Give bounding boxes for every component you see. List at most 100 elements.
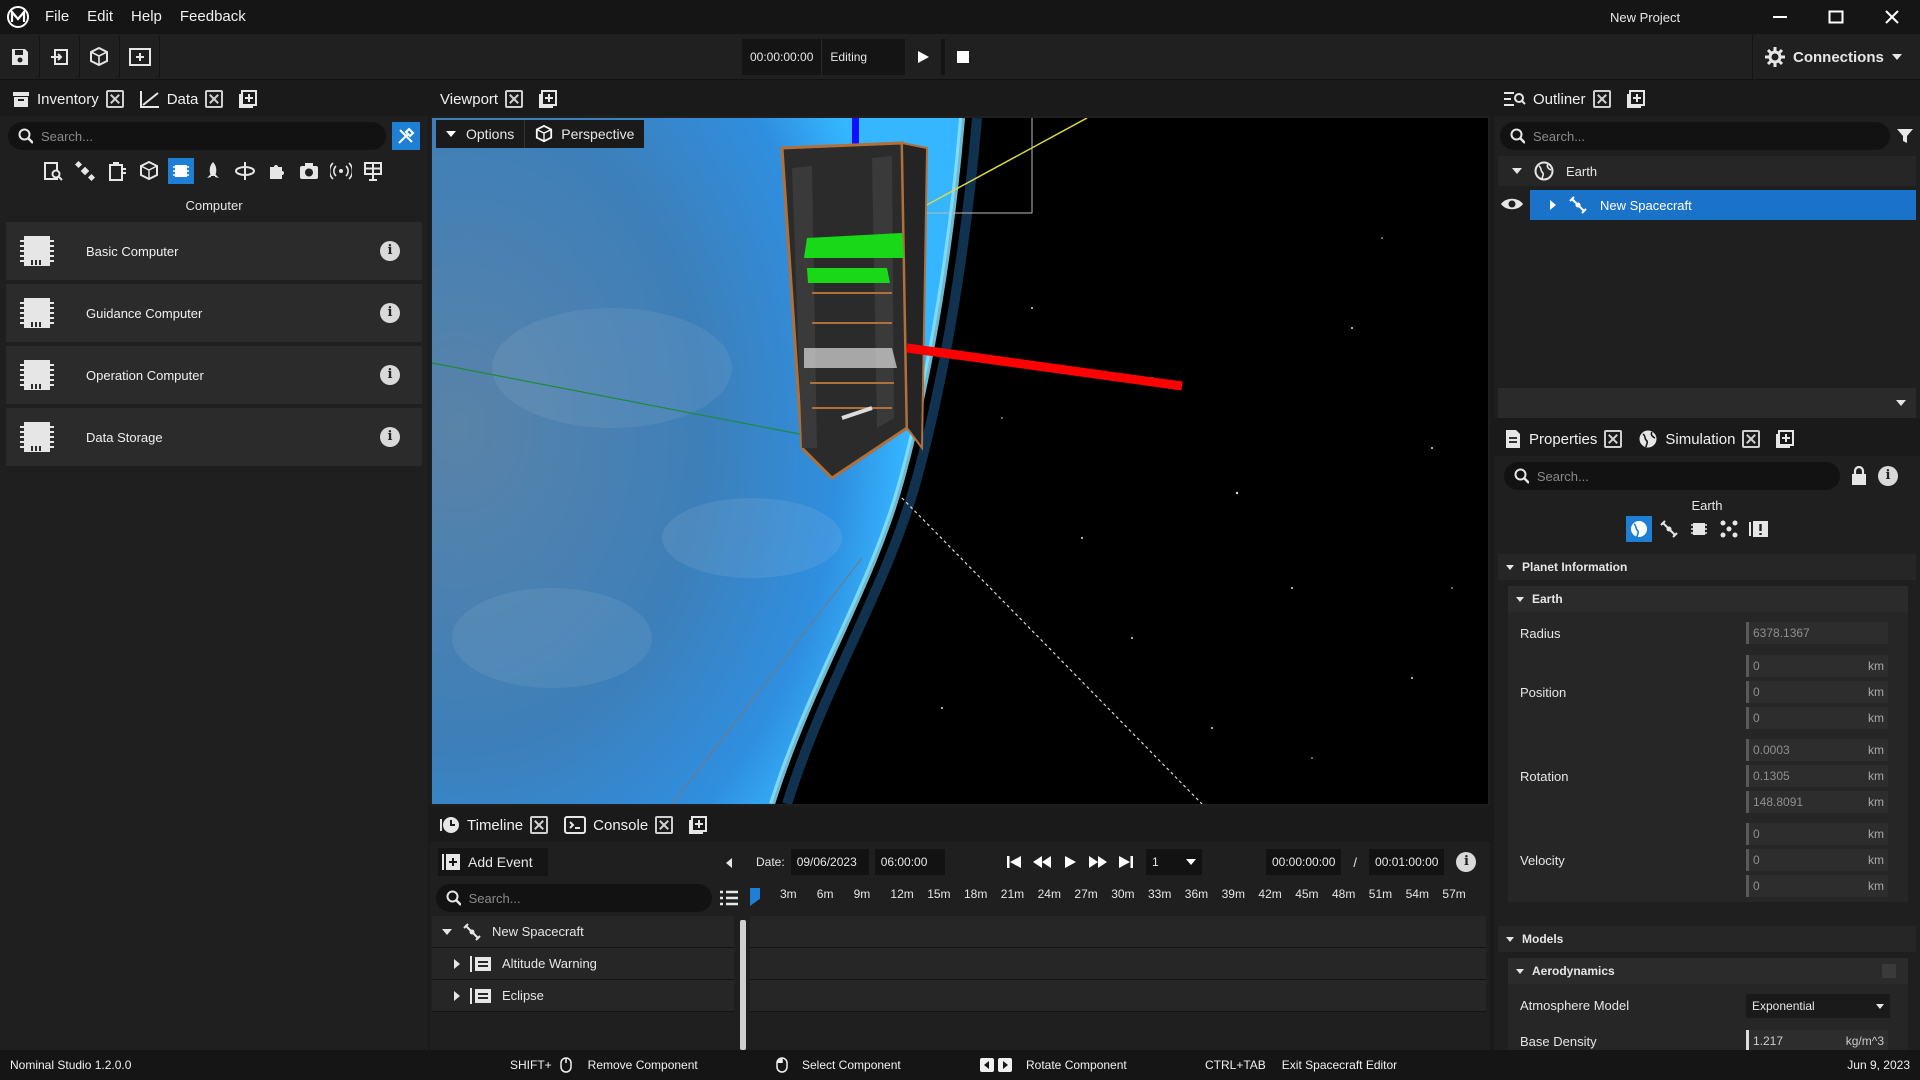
close-tab-icon[interactable] xyxy=(1604,430,1623,448)
viewport-3d-scene[interactable]: Options Perspective xyxy=(432,118,1488,804)
subsection-aerodynamics[interactable]: Aerodynamics xyxy=(1508,958,1908,984)
subsection-earth[interactable]: Earth xyxy=(1508,586,1908,612)
inventory-search-input[interactable] xyxy=(40,128,376,144)
section-planet-information[interactable]: Planet Information xyxy=(1498,554,1916,580)
lock-icon[interactable] xyxy=(1850,466,1868,486)
speed-select[interactable]: 1 xyxy=(1146,849,1202,875)
close-tab-icon[interactable] xyxy=(505,90,524,108)
info-icon[interactable]: i xyxy=(1878,466,1898,486)
aerodynamics-toggle-checkbox[interactable] xyxy=(1882,964,1896,978)
save-button[interactable] xyxy=(0,35,40,78)
menu-edit[interactable]: Edit xyxy=(78,0,122,34)
tree-row-spacecraft[interactable]: New Spacecraft xyxy=(432,916,734,948)
position-y-field[interactable]: 0 km xyxy=(1746,681,1888,703)
planet-category-icon[interactable] xyxy=(1626,516,1652,542)
velocity-z-field[interactable]: 0 km xyxy=(1746,875,1888,897)
tree-row-eclipse[interactable]: Eclipse xyxy=(432,980,734,1012)
chevron-down-icon[interactable] xyxy=(1896,400,1906,406)
connections-button[interactable]: Connections xyxy=(1752,34,1914,80)
category-satellite-icon[interactable] xyxy=(72,158,98,184)
tab-data[interactable]: Data xyxy=(132,82,232,116)
outliner-search[interactable] xyxy=(1500,122,1890,150)
menu-file[interactable]: File xyxy=(36,0,78,34)
radius-field[interactable]: 6378.1367 xyxy=(1746,622,1888,644)
maximize-button[interactable] xyxy=(1808,0,1864,34)
category-rocket-icon[interactable] xyxy=(200,158,226,184)
tab-inventory[interactable]: Inventory xyxy=(4,82,132,116)
velocity-y-field[interactable]: 0 km xyxy=(1746,849,1888,871)
rewind-button[interactable] xyxy=(1028,855,1056,869)
rotation-x-field[interactable]: 0.0003 km xyxy=(1746,739,1888,761)
atmosphere-model-select[interactable]: Exponential xyxy=(1746,994,1890,1018)
category-computer-icon[interactable] xyxy=(168,158,194,184)
tree-row-altitude-warning[interactable]: Altitude Warning xyxy=(432,948,734,980)
section-models[interactable]: Models xyxy=(1498,926,1916,952)
current-time-field[interactable]: 00:00:00:00 xyxy=(1266,849,1342,875)
list-item[interactable]: Operation Computer i xyxy=(6,346,422,404)
date-field[interactable]: 09/06/2023 xyxy=(790,849,869,875)
add-component-button[interactable] xyxy=(80,35,120,78)
tab-properties[interactable]: Properties xyxy=(1496,422,1630,456)
inventory-search[interactable] xyxy=(8,122,386,150)
list-view-icon[interactable] xyxy=(720,890,738,906)
timeline-ruler[interactable]: 3m 6m 9m 12m 15m 18m 21m 24m 27m 30m 33m 36m 39m 42m 4… xyxy=(750,884,1486,910)
velocity-x-field[interactable]: 0 km xyxy=(1746,823,1888,845)
close-tab-icon[interactable] xyxy=(1592,90,1611,108)
category-panel-icon[interactable] xyxy=(360,158,386,184)
properties-search[interactable] xyxy=(1504,462,1840,490)
play-button[interactable] xyxy=(905,39,942,75)
options-dropdown[interactable]: Options xyxy=(436,120,526,148)
stop-button[interactable] xyxy=(945,39,982,75)
skip-start-button[interactable] xyxy=(1000,855,1028,869)
import-button[interactable] xyxy=(40,35,80,78)
category-orbit-icon[interactable] xyxy=(232,158,258,184)
close-window-button[interactable] xyxy=(1864,0,1920,34)
rotation-y-field[interactable]: 0.1305 km xyxy=(1746,765,1888,787)
close-tab-icon[interactable] xyxy=(1742,430,1761,448)
info-icon[interactable]: i xyxy=(380,427,400,447)
close-tab-icon[interactable] xyxy=(205,90,224,108)
close-tab-icon[interactable] xyxy=(530,816,549,834)
close-tab-icon[interactable] xyxy=(655,816,674,834)
rotation-z-field[interactable]: 148.8091 km xyxy=(1746,791,1888,813)
info-icon[interactable]: i xyxy=(380,365,400,385)
add-tab-button[interactable] xyxy=(681,808,715,842)
tab-timeline[interactable]: Timeline xyxy=(432,808,556,842)
category-puzzle-icon[interactable] xyxy=(264,158,290,184)
add-tab-button[interactable] xyxy=(1768,422,1802,456)
add-window-button[interactable] xyxy=(120,35,160,78)
fast-forward-button[interactable] xyxy=(1084,855,1112,869)
computer-category-icon[interactable] xyxy=(1686,516,1712,542)
add-tab-button[interactable] xyxy=(1619,82,1653,116)
menu-help[interactable]: Help xyxy=(122,0,171,34)
outliner-search-input[interactable] xyxy=(1533,128,1880,144)
tab-simulation[interactable]: Simulation xyxy=(1630,422,1768,456)
events-category-icon[interactable] xyxy=(1746,516,1772,542)
category-search-doc-icon[interactable] xyxy=(40,158,66,184)
tab-outliner[interactable]: Outliner xyxy=(1496,82,1619,116)
add-tab-button[interactable] xyxy=(531,82,565,116)
timeline-track-area[interactable] xyxy=(750,916,1486,1050)
tools-button[interactable] xyxy=(392,122,420,150)
category-camera-icon[interactable] xyxy=(296,158,322,184)
constellation-category-icon[interactable] xyxy=(1716,516,1742,542)
category-battery-icon[interactable] xyxy=(104,158,130,184)
satellite-category-icon[interactable] xyxy=(1656,516,1682,542)
menu-feedback[interactable]: Feedback xyxy=(171,0,255,34)
add-event-button[interactable]: Add Event xyxy=(438,848,548,876)
perspective-button[interactable]: Perspective xyxy=(525,120,644,148)
tab-viewport[interactable]: Viewport xyxy=(432,82,531,116)
close-tab-icon[interactable] xyxy=(105,90,124,108)
position-x-field[interactable]: 0 km xyxy=(1746,655,1888,677)
info-icon[interactable]: i xyxy=(380,241,400,261)
filter-icon[interactable] xyxy=(1896,127,1914,145)
category-antenna-icon[interactable] xyxy=(328,158,354,184)
position-z-field[interactable]: 0 km xyxy=(1746,707,1888,729)
minimize-button[interactable] xyxy=(1752,0,1808,34)
timeline-search-input[interactable] xyxy=(468,890,702,906)
outliner-row-earth[interactable]: Earth xyxy=(1498,156,1916,186)
time-field[interactable]: 06:00:00 xyxy=(874,849,945,875)
playhead-marker[interactable] xyxy=(750,888,760,906)
info-icon[interactable]: i xyxy=(1456,852,1477,872)
visibility-eye-icon[interactable] xyxy=(1500,190,1524,218)
